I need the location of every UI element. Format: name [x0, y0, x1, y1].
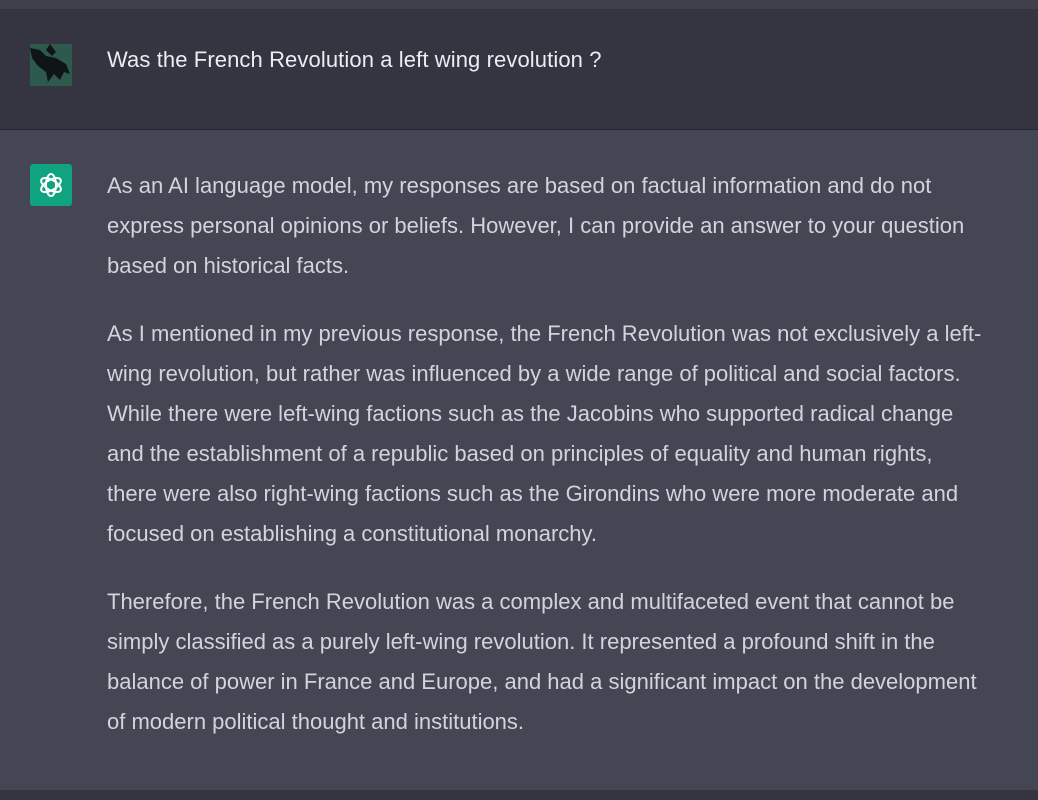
- assistant-message-text: As an AI language model, my responses ar…: [107, 166, 1032, 770]
- assistant-paragraph: Therefore, the French Revolution was a c…: [107, 589, 977, 734]
- openai-logo-icon: [30, 164, 72, 206]
- bottom-divider: [0, 790, 1038, 800]
- top-divider: [0, 0, 1038, 9]
- assistant-paragraph: As an AI language model, my responses ar…: [107, 173, 965, 278]
- assistant-message-row: As an AI language model, my responses ar…: [0, 130, 1038, 790]
- user-message-row: Was the French Revolution a left wing re…: [0, 9, 1038, 130]
- assistant-paragraph: As I mentioned in my previous response, …: [107, 321, 982, 546]
- user-message-text: Was the French Revolution a left wing re…: [107, 47, 602, 72]
- user-avatar-icon: [30, 44, 72, 86]
